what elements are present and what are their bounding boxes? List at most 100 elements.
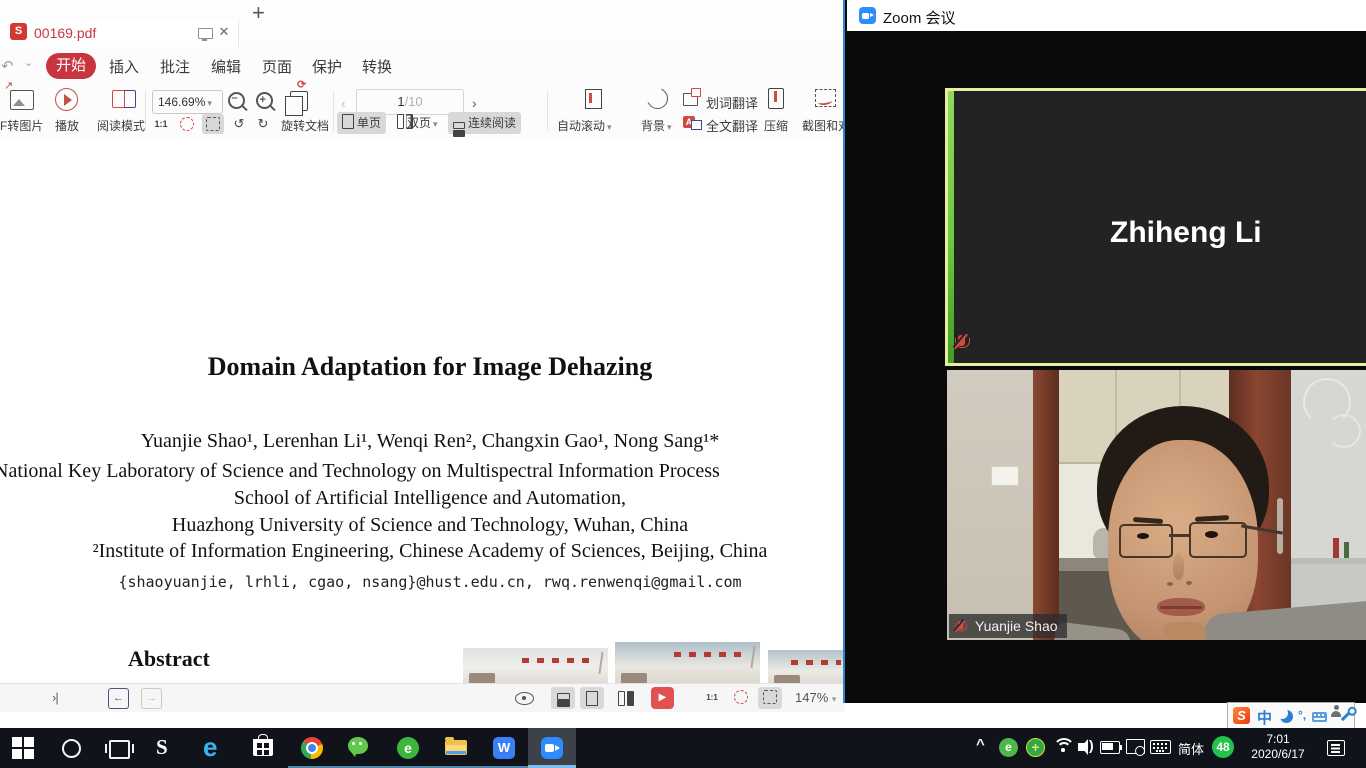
actual-size-toggle[interactable]: 1:1	[150, 114, 172, 134]
word-translate-icon[interactable]	[683, 93, 698, 106]
pdf-file-icon: S	[10, 23, 27, 40]
participant-video-tile[interactable]: Yuanjie Shao	[947, 370, 1366, 640]
continuous-icon	[453, 122, 465, 129]
continuous-layout-icon	[557, 693, 570, 700]
menu-tab-convert[interactable]: 转换	[362, 56, 392, 77]
active-speaker-tile[interactable]: Zhiheng Li	[945, 88, 1366, 366]
rotate-document-icon[interactable]	[290, 91, 308, 111]
pdf-to-image-label[interactable]: F转图片	[0, 117, 43, 134]
menu-tab-edit[interactable]: 编辑	[211, 56, 241, 77]
zoom-title-bar[interactable]: Zoom 会议	[847, 0, 1366, 31]
last-page-icon[interactable]: ›|	[52, 690, 58, 705]
punctuation-toggle[interactable]: °,	[1298, 708, 1306, 722]
menu-tab-page[interactable]: 页面	[262, 56, 292, 77]
fit-page-toggle[interactable]	[176, 114, 198, 134]
auto-scroll-label[interactable]: 自动滚动	[557, 117, 612, 134]
edge-browser-icon[interactable]: e	[203, 732, 217, 763]
wechat-icon[interactable]	[348, 737, 368, 754]
fit-page-toggle[interactable]	[729, 687, 753, 709]
chrome-icon[interactable]	[301, 737, 323, 759]
play-label[interactable]: 播放	[55, 117, 79, 134]
tray-360-icon[interactable]: e	[999, 738, 1018, 757]
continuous-layout-toggle[interactable]	[551, 687, 575, 709]
status-zoom-level[interactable]: 147% ▾	[795, 690, 836, 705]
door-handle	[1277, 498, 1283, 554]
touch-keyboard-icon[interactable]	[1150, 740, 1171, 754]
display-cast-icon[interactable]	[1126, 739, 1145, 754]
eye	[1205, 531, 1218, 538]
tab-close-icon[interactable]: ✕	[216, 24, 232, 40]
single-layout-toggle[interactable]	[580, 687, 604, 709]
wifi-icon[interactable]	[1053, 738, 1073, 758]
fit-width-toggle[interactable]	[202, 114, 224, 134]
tray-expand-chevron[interactable]: ^	[976, 736, 985, 753]
file-explorer-icon[interactable]	[445, 740, 467, 755]
fullwidth-moon-icon[interactable]	[1280, 710, 1293, 723]
single-page-toggle[interactable]: 单页	[337, 112, 386, 134]
skin-icon[interactable]	[1331, 711, 1341, 717]
task-view-icon[interactable]	[109, 740, 130, 759]
menu-tab-home[interactable]: 开始	[46, 53, 96, 79]
background-moon-icon[interactable]	[647, 88, 668, 109]
wps-office-icon[interactable]: W	[493, 737, 515, 759]
menu-tab-insert[interactable]: 插入	[109, 56, 139, 77]
chinese-mode-toggle[interactable]: 中	[1257, 707, 1272, 728]
glasses-lens	[1189, 522, 1247, 558]
start-button-icon[interactable]	[12, 737, 34, 759]
read-mode-label[interactable]: 阅读模式	[97, 117, 145, 134]
menu-tab-protect[interactable]: 保护	[312, 56, 342, 77]
play-icon[interactable]	[55, 88, 78, 111]
cortana-icon[interactable]	[62, 739, 81, 758]
background-label[interactable]: 背景	[641, 117, 672, 134]
eye-protection-icon[interactable]	[515, 692, 534, 705]
full-translate-label[interactable]: 全文翻译	[706, 116, 758, 135]
next-page-icon[interactable]: ›	[472, 95, 477, 111]
actual-size-toggle[interactable]: 1:1	[700, 687, 724, 709]
compress-icon[interactable]	[768, 88, 784, 109]
screenshot-icon[interactable]	[815, 89, 836, 107]
pdf-document-tab[interactable]: S 00169.pdf ✕	[0, 20, 239, 47]
soft-keyboard-icon[interactable]	[1312, 712, 1327, 722]
hazy-image-thumbnail	[463, 648, 608, 683]
pdf-tab-bar: S 00169.pdf ✕ +	[0, 0, 845, 48]
zoom-out-icon[interactable]	[228, 92, 245, 109]
microsoft-store-icon[interactable]	[253, 739, 273, 756]
double-layout-icon	[618, 691, 625, 706]
360-browser-icon[interactable]: e	[397, 737, 419, 759]
rotate-right-icon[interactable]: ↻	[252, 114, 274, 134]
undo-icon[interactable]: ↶	[1, 57, 14, 75]
tray-status-badge[interactable]: 48	[1212, 736, 1234, 758]
double-page-toggle[interactable]: 双页	[392, 112, 443, 134]
zoom-app-icon[interactable]	[541, 737, 563, 759]
forward-view-icon[interactable]: →	[141, 688, 162, 709]
back-view-icon[interactable]: ←	[108, 688, 129, 709]
battery-icon[interactable]	[1100, 741, 1120, 754]
auto-scroll-icon[interactable]	[585, 89, 602, 109]
menu-tab-comment[interactable]: 批注	[160, 56, 190, 77]
taskbar-clock[interactable]: 7:01 2020/6/17	[1243, 732, 1313, 762]
presentation-mode-icon[interactable]	[198, 28, 213, 39]
new-tab-button[interactable]: +	[252, 0, 265, 26]
tray-plus-icon[interactable]: +	[1026, 738, 1045, 757]
previous-page-icon[interactable]: ‹	[341, 95, 346, 111]
ime-language-indicator[interactable]: 简体	[1178, 739, 1204, 758]
full-translate-icon[interactable]: A	[683, 116, 695, 128]
rotate-document-label[interactable]: 旋转文档	[281, 117, 329, 134]
continuous-reading-toggle[interactable]: 连续阅读	[448, 112, 521, 134]
compress-label[interactable]: 压缩	[764, 117, 788, 134]
zoom-level-select[interactable]: 146.69%	[152, 90, 223, 114]
presentation-play-button[interactable]: ▶	[651, 687, 674, 709]
s-app-icon[interactable]: S	[156, 735, 168, 760]
double-layout-toggle[interactable]	[609, 687, 633, 709]
rotate-left-icon[interactable]: ↺	[228, 114, 250, 134]
ime-settings-wrench-icon[interactable]	[1341, 710, 1352, 721]
fit-width-toggle[interactable]	[758, 687, 782, 709]
word-translate-label[interactable]: 划词翻译	[706, 93, 758, 112]
action-center-icon[interactable]	[1327, 740, 1345, 756]
volume-icon[interactable]	[1078, 743, 1085, 751]
zoom-in-icon[interactable]	[256, 92, 273, 109]
sogou-logo-icon[interactable]: S	[1233, 707, 1250, 724]
pdf-to-image-icon[interactable]	[10, 90, 34, 110]
toolbar-options-caret-icon[interactable]: ⌄	[24, 56, 33, 69]
read-mode-icon[interactable]	[112, 90, 125, 108]
